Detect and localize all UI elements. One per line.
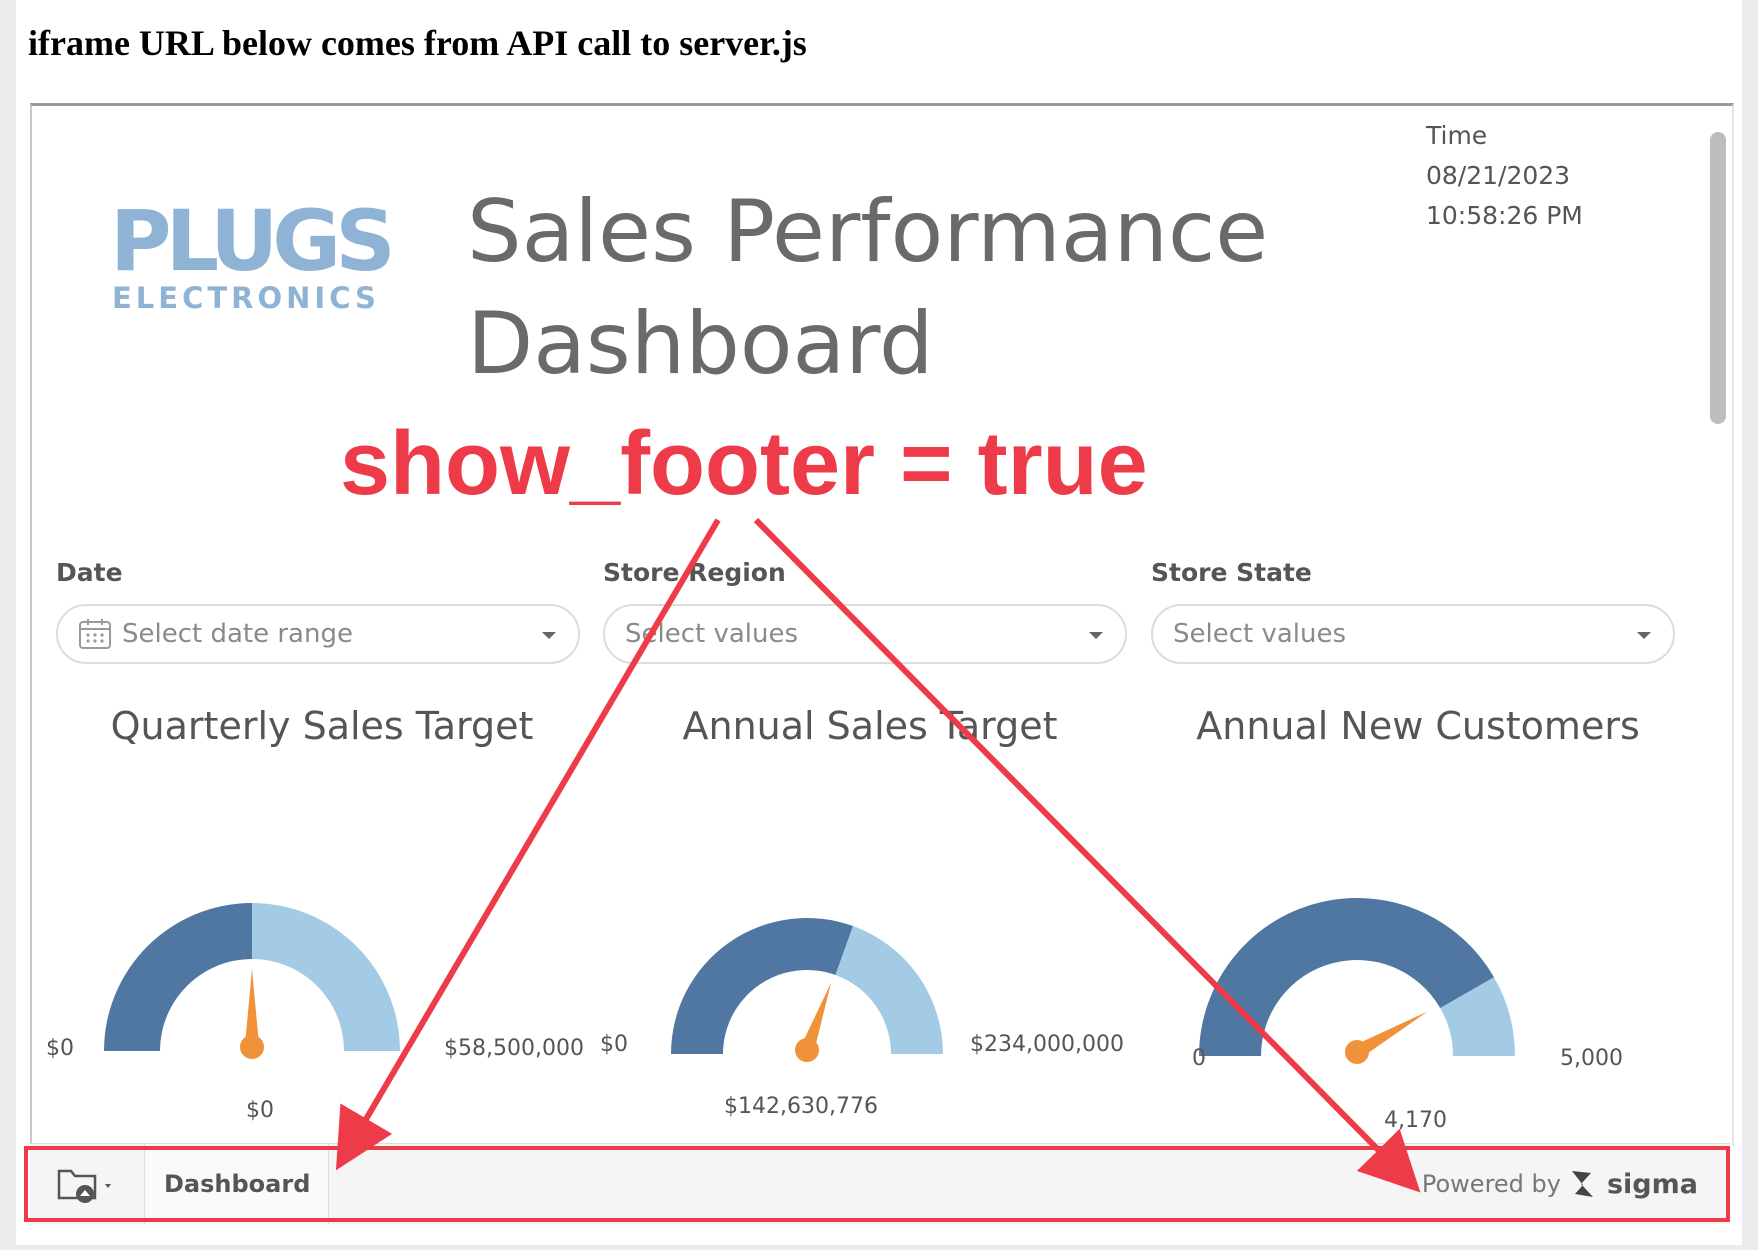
- page-heading: iframe URL below comes from API call to …: [28, 23, 807, 63]
- gauge-needle-hub: [795, 1038, 819, 1062]
- gauge-annual-customers-max: 5,000: [1560, 1046, 1623, 1071]
- time-label: Time: [1426, 121, 1488, 150]
- time-date: 08/21/2023: [1426, 161, 1571, 190]
- gauge-title-annual-sales: Annual Sales Target: [682, 704, 1058, 748]
- gauge-annual-sales: [671, 918, 943, 1062]
- embedded-iframe: PLUGS ELECTRONICS Sales Performance Dash…: [30, 103, 1734, 1146]
- gauge-annual-sales-value: $142,630,776: [724, 1094, 878, 1119]
- time-clock: 10:58:26 PM: [1426, 201, 1583, 230]
- powered-by-sigma[interactable]: Powered by sigma: [1422, 1144, 1698, 1224]
- gauge-quarterly-sales: [104, 903, 400, 1059]
- gauge-progress-arc: [671, 918, 854, 1054]
- chevron-down-icon: [542, 632, 556, 639]
- dashboard-title: Sales Performance Dashboard: [467, 176, 1467, 400]
- gauge-title-quarterly-sales: Quarterly Sales Target: [110, 704, 534, 748]
- plugs-electronics-logo: PLUGS ELECTRONICS: [110, 198, 396, 315]
- tab-dashboard[interactable]: Dashboard: [146, 1144, 330, 1224]
- annotation-label: show_footer = true: [340, 414, 1148, 514]
- gauge-quarterly-value: $0: [246, 1098, 274, 1123]
- gauge-annual-customers: [1199, 898, 1515, 1064]
- chevron-down-icon: [1089, 632, 1103, 639]
- store-state-placeholder: Select values: [1173, 619, 1347, 649]
- iframe-scrollbar[interactable]: [1710, 132, 1726, 424]
- date-range-placeholder: Select date range: [122, 619, 353, 649]
- gauge-quarterly-max: $58,500,000: [444, 1036, 584, 1061]
- dashboard-title-line2: Dashboard: [467, 294, 934, 394]
- filter-store-region: Store Region Select values: [603, 558, 1127, 664]
- filter-store-region-label: Store Region: [603, 558, 786, 587]
- sigma-logo-icon: [1571, 1171, 1593, 1197]
- store-region-placeholder: Select values: [625, 619, 799, 649]
- tab-dashboard-label: Dashboard: [164, 1170, 311, 1198]
- gauge-annual-sales-min: $0: [600, 1032, 628, 1057]
- gauge-progress-arc: [104, 903, 252, 1051]
- filter-date-label: Date: [56, 558, 123, 587]
- gauge-annual-sales-max: $234,000,000: [970, 1032, 1124, 1057]
- calendar-icon: [79, 619, 111, 649]
- host-page: iframe URL below comes from API call to …: [16, 0, 1742, 1245]
- powered-by-text: Powered by: [1421, 1170, 1561, 1198]
- gauge-title-annual-customers: Annual New Customers: [1196, 704, 1640, 748]
- logo-line1: PLUGS: [110, 198, 390, 290]
- gauge-needle-hub: [240, 1035, 264, 1059]
- embed-footer: Dashboard Powered by sigma: [30, 1143, 1730, 1224]
- gauge-annual-customers-value: 4,170: [1384, 1108, 1447, 1133]
- gauge-remaining-arc: [835, 926, 943, 1054]
- sigma-brand: sigma: [1606, 1168, 1698, 1200]
- gauge-remaining-arc: [252, 903, 400, 1051]
- filter-date: Date Select date range: [56, 558, 580, 664]
- folder-menu-button[interactable]: [30, 1144, 145, 1224]
- filter-store-state: Store State Select values: [1151, 558, 1675, 664]
- gauge-progress-arc: [1199, 898, 1494, 1056]
- gauge-needle-hub: [1345, 1040, 1369, 1064]
- store-region-select[interactable]: Select values: [603, 604, 1127, 664]
- chevron-down-icon: [1637, 632, 1651, 639]
- gauge-annual-customers-min: 0: [1192, 1046, 1206, 1071]
- dashboard-title-line1: Sales Performance: [467, 182, 1269, 282]
- store-state-select[interactable]: Select values: [1151, 604, 1675, 664]
- filter-store-state-label: Store State: [1151, 558, 1312, 587]
- time-display: Time 08/21/2023 10:58:26 PM: [1426, 116, 1583, 236]
- date-range-select[interactable]: Select date range: [56, 604, 580, 664]
- gauge-quarterly-min: $0: [46, 1036, 74, 1061]
- folder-icon: [57, 1169, 111, 1203]
- logo-line2: ELECTRONICS: [112, 281, 380, 315]
